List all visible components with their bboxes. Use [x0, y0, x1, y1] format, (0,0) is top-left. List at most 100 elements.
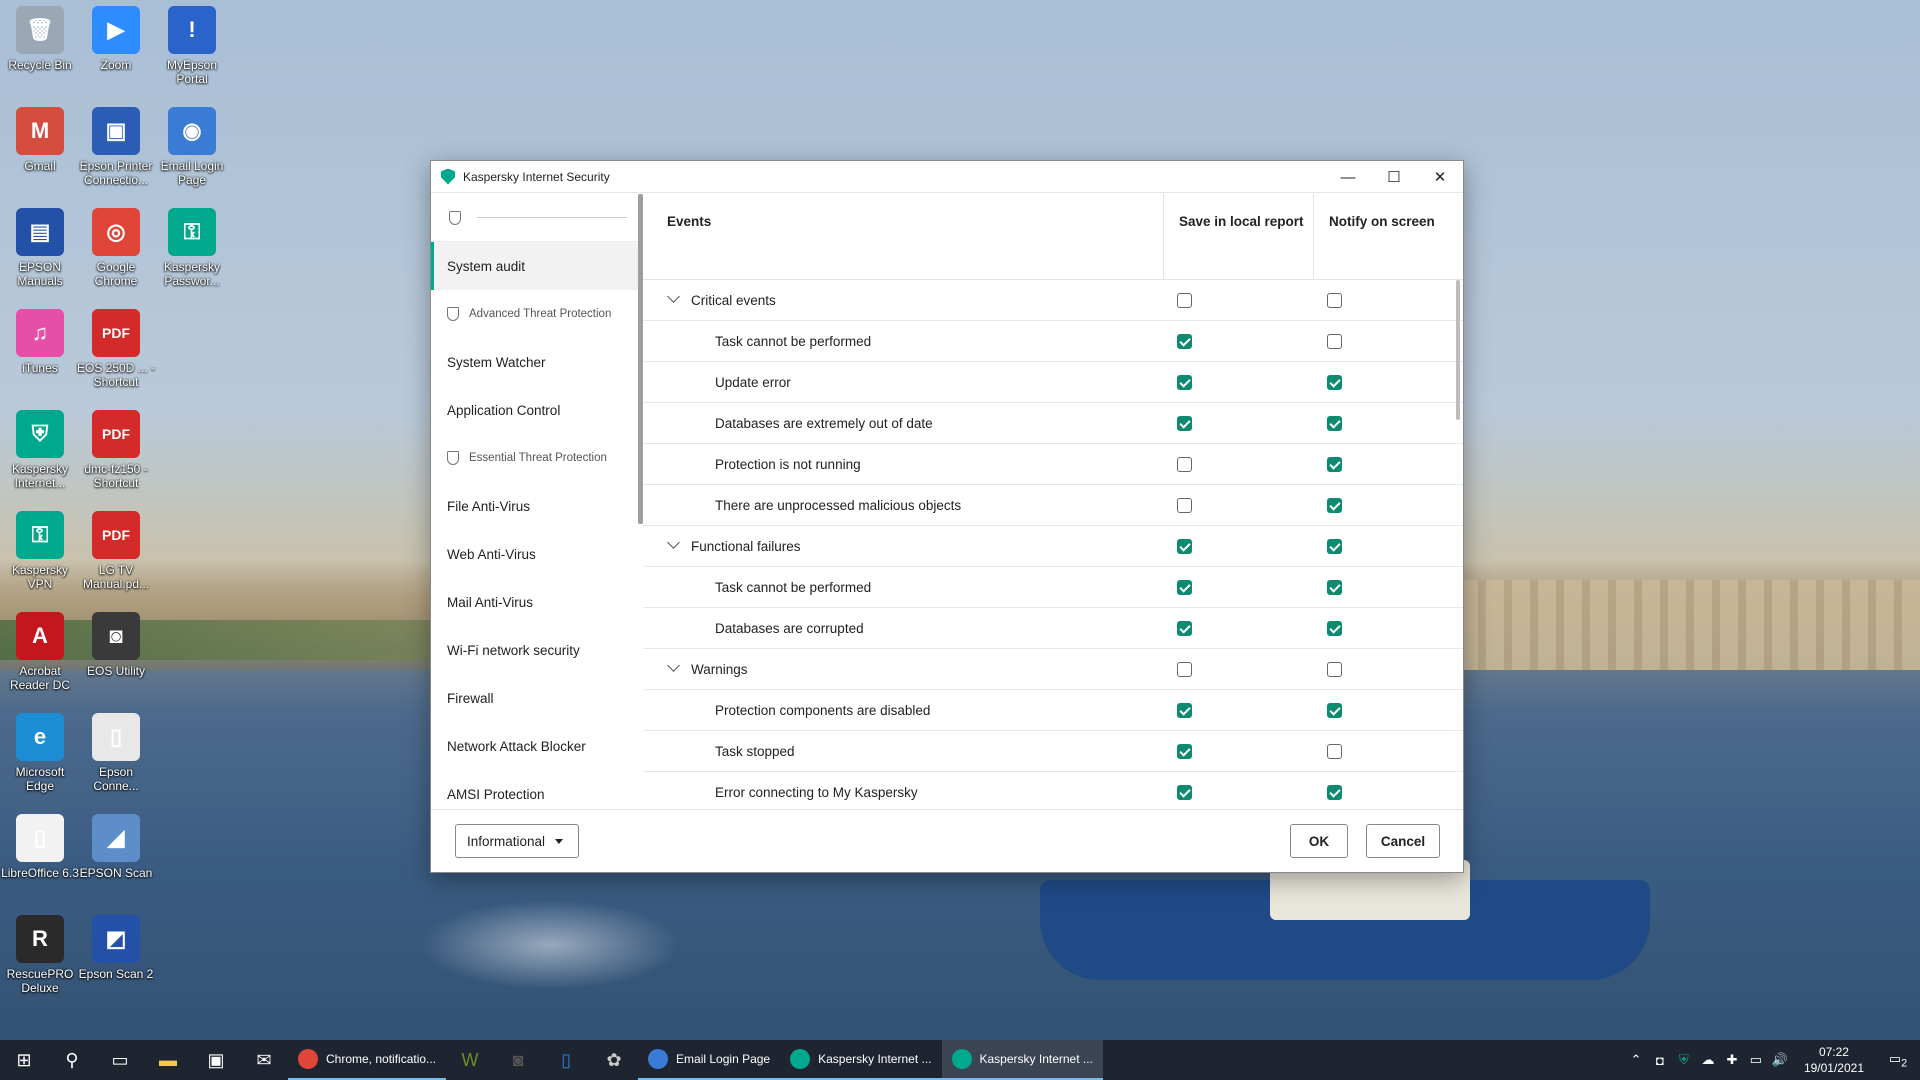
- notification-center-icon[interactable]: ▭2: [1876, 1051, 1920, 1070]
- notify-on-screen-checkbox[interactable]: [1327, 580, 1342, 595]
- task-view-icon[interactable]: ▭: [96, 1040, 144, 1080]
- sidebar-item[interactable]: Web Anti-Virus: [431, 530, 639, 578]
- taskbar-clock[interactable]: 07:22 19/01/2021: [1792, 1044, 1876, 1076]
- taskbar-app[interactable]: Kaspersky Internet ...: [780, 1040, 942, 1080]
- desktop-icon[interactable]: ◉ Email Login Page: [152, 107, 232, 187]
- desktop-icon[interactable]: ◢ EPSON Scan: [76, 814, 156, 880]
- save-in-report-checkbox[interactable]: [1177, 662, 1192, 677]
- chevron-down-icon[interactable]: [667, 659, 680, 672]
- desktop-icon[interactable]: ▣ Epson Printer Connectio...: [76, 107, 156, 187]
- search-icon[interactable]: ⚲: [48, 1040, 96, 1080]
- desktop-icon[interactable]: ⛨ Kaspersky Internet...: [0, 410, 80, 490]
- maximize-button[interactable]: ☐: [1371, 161, 1417, 193]
- notify-on-screen-checkbox[interactable]: [1327, 785, 1342, 800]
- mail-icon[interactable]: ✉: [240, 1040, 288, 1080]
- desktop-icon[interactable]: ◩ Epson Scan 2: [76, 915, 156, 981]
- taskbar-app[interactable]: Email Login Page: [638, 1040, 781, 1080]
- save-in-report-checkbox[interactable]: [1177, 457, 1192, 472]
- cancel-button[interactable]: Cancel: [1366, 824, 1440, 858]
- save-in-report-checkbox[interactable]: [1177, 785, 1192, 800]
- taskbar-app[interactable]: Chrome, notificatio...: [288, 1040, 447, 1080]
- notify-on-screen-checkbox[interactable]: [1327, 457, 1342, 472]
- notify-on-screen-checkbox[interactable]: [1327, 703, 1342, 718]
- sidebar-item[interactable]: System audit: [431, 242, 639, 290]
- notify-on-screen-checkbox[interactable]: [1327, 416, 1342, 431]
- save-in-report-checkbox[interactable]: [1177, 334, 1192, 349]
- sidebar-item[interactable]: Application Control: [431, 386, 639, 434]
- desktop-icon[interactable]: ▤ EPSON Manuals: [0, 208, 80, 288]
- notify-on-screen-checkbox[interactable]: [1327, 662, 1342, 677]
- save-in-report-checkbox[interactable]: [1177, 498, 1192, 513]
- desktop-icon[interactable]: ▯ Epson Conne...: [76, 713, 156, 793]
- save-in-report-checkbox[interactable]: [1177, 375, 1192, 390]
- ok-button[interactable]: OK: [1290, 824, 1348, 858]
- notify-on-screen-checkbox[interactable]: [1327, 375, 1342, 390]
- window-footer: Informational OK Cancel: [431, 809, 1463, 873]
- tray-kaspersky-icon[interactable]: ⛨: [1672, 1052, 1696, 1068]
- sidebar-item[interactable]: System Watcher: [431, 338, 639, 386]
- save-in-report-checkbox[interactable]: [1177, 744, 1192, 759]
- desktop-icon[interactable]: R RescuePRO Deluxe: [0, 915, 80, 995]
- camera-app-icon[interactable]: ◙: [494, 1040, 542, 1080]
- notify-on-screen-checkbox[interactable]: [1327, 539, 1342, 554]
- chevron-down-icon[interactable]: [667, 536, 680, 549]
- save-in-report-checkbox[interactable]: [1177, 416, 1192, 431]
- desktop-icon[interactable]: A Acrobat Reader DC: [0, 612, 80, 692]
- cloud-app-icon[interactable]: ✿: [590, 1040, 638, 1080]
- taskbar-app[interactable]: Kaspersky Internet ...: [941, 1040, 1103, 1080]
- notify-on-screen-checkbox[interactable]: [1327, 498, 1342, 513]
- desktop-icon[interactable]: ▶ Zoom: [76, 6, 156, 72]
- desktop-icon[interactable]: PDF LG TV Manual.pd...: [76, 511, 156, 591]
- app-icon: ▣: [92, 107, 140, 155]
- desktop-icon[interactable]: PDF EOS 250D ... - Shortcut: [76, 309, 156, 389]
- app-icon: M: [16, 107, 64, 155]
- notify-on-screen-checkbox[interactable]: [1327, 293, 1342, 308]
- notify-on-screen-checkbox[interactable]: [1327, 744, 1342, 759]
- sidebar-item-label: Network Attack Blocker: [447, 738, 586, 754]
- window-titlebar[interactable]: Kaspersky Internet Security — ☐ ✕: [431, 161, 1463, 193]
- tray-chevron-up-icon[interactable]: ⌃: [1624, 1052, 1648, 1068]
- save-in-report-checkbox[interactable]: [1177, 539, 1192, 554]
- close-button[interactable]: ✕: [1417, 161, 1463, 193]
- desktop-icon[interactable]: ⚿ Kaspersky VPN: [0, 511, 80, 591]
- sidebar-item[interactable]: File Anti-Virus: [431, 482, 639, 530]
- app-icon: ◢: [92, 814, 140, 862]
- save-in-report-checkbox[interactable]: [1177, 703, 1192, 718]
- tray-onedrive-icon[interactable]: ☁: [1696, 1052, 1720, 1068]
- desktop-icon[interactable]: e Microsoft Edge: [0, 713, 80, 793]
- winrar-icon[interactable]: W: [446, 1040, 494, 1080]
- file-explorer-icon[interactable]: ▬: [144, 1040, 192, 1080]
- desktop-icon[interactable]: ! MyEpson Portal: [152, 6, 232, 86]
- desktop-icon[interactable]: M Gmail: [0, 107, 80, 173]
- store-icon[interactable]: ▣: [192, 1040, 240, 1080]
- save-in-report-checkbox[interactable]: [1177, 580, 1192, 595]
- sidebar-item[interactable]: Firewall: [431, 674, 639, 722]
- desktop-icon[interactable]: ▯ LibreOffice 6.3: [0, 814, 80, 880]
- save-in-report-checkbox[interactable]: [1177, 621, 1192, 636]
- sidebar-item[interactable]: Wi-Fi network security: [431, 626, 639, 674]
- sidebar-item-label: System Watcher: [447, 354, 546, 370]
- event-level-select[interactable]: Informational: [455, 824, 579, 858]
- sidebar-item[interactable]: AMSI Protection: [431, 770, 639, 809]
- notify-on-screen-checkbox[interactable]: [1327, 334, 1342, 349]
- tray-security-icon[interactable]: ✚: [1720, 1052, 1744, 1068]
- chevron-down-icon[interactable]: [667, 290, 680, 303]
- table-scrollbar[interactable]: [1456, 280, 1460, 420]
- start-button[interactable]: ⊞: [0, 1040, 48, 1080]
- sidebar-item-label: Advanced Threat Protection: [469, 308, 612, 320]
- desktop-icon[interactable]: ◙ EOS Utility: [76, 612, 156, 678]
- minimize-button[interactable]: —: [1325, 161, 1371, 193]
- tray-network-icon[interactable]: ▭: [1744, 1052, 1768, 1068]
- desktop-icon[interactable]: ⚿ Kaspersky Passwor...: [152, 208, 232, 288]
- save-in-report-checkbox[interactable]: [1177, 293, 1192, 308]
- desktop-icon[interactable]: PDF dmc-fz150 - Shortcut: [76, 410, 156, 490]
- sidebar-item[interactable]: Mail Anti-Virus: [431, 578, 639, 626]
- phone-app-icon[interactable]: ▯: [542, 1040, 590, 1080]
- desktop-icon[interactable]: ♫ iTunes: [0, 309, 80, 375]
- desktop-icon[interactable]: ◎ Google Chrome: [76, 208, 156, 288]
- tray-volume-icon[interactable]: 🔊: [1768, 1052, 1792, 1068]
- tray-camera-icon[interactable]: ◘: [1648, 1053, 1672, 1068]
- desktop-icon[interactable]: 🗑 Recycle Bin: [0, 6, 80, 72]
- notify-on-screen-checkbox[interactable]: [1327, 621, 1342, 636]
- sidebar-item[interactable]: Network Attack Blocker: [431, 722, 639, 770]
